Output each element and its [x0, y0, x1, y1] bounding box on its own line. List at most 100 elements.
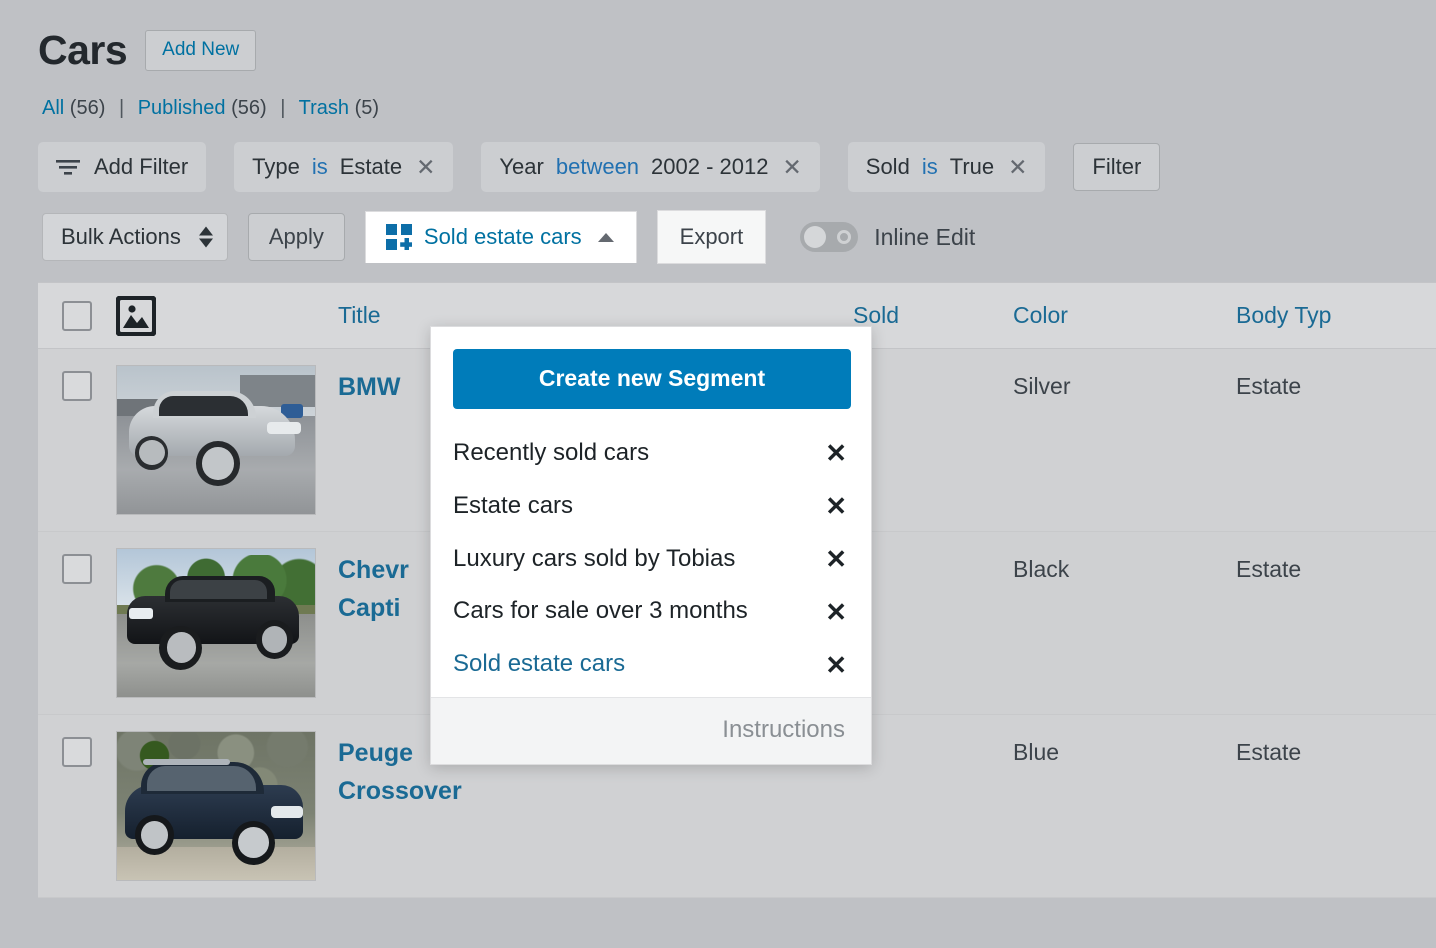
segment-delete-icon[interactable]: ✕ [809, 546, 847, 572]
segment-item-recently-sold-cars[interactable]: Recently sold cars ✕ [431, 427, 871, 480]
row-sold-cell: ✓ [853, 715, 1013, 897]
segment-panel-footer: Instructions [431, 696, 871, 764]
car-thumbnail-blue-peugeot[interactable] [116, 731, 316, 881]
add-filter-label: Add Filter [94, 154, 189, 179]
segment-delete-icon[interactable]: ✕ [809, 652, 847, 678]
car-title-link[interactable]: BMW [338, 369, 400, 407]
body-type-column-label: Body Typ [1236, 302, 1332, 328]
inline-edit-control: Inline Edit [800, 222, 975, 252]
segment-item-luxury-cars-sold-by-tobias[interactable]: Luxury cars sold by Tobias ✕ [431, 533, 871, 586]
row-select-cell [38, 715, 116, 897]
image-column-header [116, 295, 338, 336]
sold-column-header[interactable]: Sold [853, 302, 1013, 329]
toggle-knob [804, 226, 827, 248]
actions-bar: Bulk Actions Apply Sold estate cars Expo… [0, 192, 1436, 264]
segment-item-label: Estate cars [453, 491, 574, 519]
image-icon [116, 295, 156, 336]
view-link-all[interactable]: All [42, 97, 64, 119]
row-select-cell [38, 349, 116, 531]
add-filter-button[interactable]: Add Filter [38, 142, 207, 192]
view-link-published[interactable]: Published [138, 97, 226, 119]
car-title-link-line2[interactable]: Crossover [338, 773, 462, 811]
segment-delete-icon[interactable]: ✕ [809, 440, 847, 466]
segment-dropdown-panel: Create new Segment Recently sold cars ✕ … [430, 326, 872, 765]
title-column-label: Title [338, 302, 381, 328]
view-link-trash[interactable]: Trash [299, 97, 349, 119]
sold-column-label: Sold [853, 302, 900, 328]
row-body-type-cell: Estate [1236, 739, 1302, 765]
filter-chip-operator: is [311, 154, 328, 179]
page-title: Cars [38, 27, 128, 73]
car-thumbnail-silver-bmw[interactable] [116, 365, 316, 515]
segment-item-estate-cars[interactable]: Estate cars ✕ [431, 480, 871, 533]
filter-bar: Add Filter Type is Estate ✕ Year between… [0, 120, 1436, 192]
chevron-up-icon [597, 232, 614, 242]
bulk-actions-label: Bulk Actions [61, 224, 181, 249]
segment-item-cars-for-sale-over-3-months[interactable]: Cars for sale over 3 months ✕ [431, 585, 871, 638]
filter-chip-type[interactable]: Type is Estate ✕ [234, 142, 454, 192]
row-color-cell: Black [1013, 556, 1070, 582]
row-color-cell: Blue [1013, 739, 1060, 765]
row-body-type-cell: Estate [1236, 373, 1302, 399]
segment-item-sold-estate-cars[interactable]: Sold estate cars ✕ [431, 638, 871, 691]
filter-chip-value: True [949, 154, 995, 179]
export-button[interactable]: Export [656, 210, 767, 264]
bulk-actions-select[interactable]: Bulk Actions [42, 213, 228, 261]
instructions-link[interactable]: Instructions [722, 716, 845, 743]
toggle-off-dot-icon [837, 230, 852, 244]
filter-chip-remove-icon[interactable]: ✕ [416, 155, 435, 179]
view-separator: | [280, 97, 286, 119]
segment-grid-plus-icon [385, 224, 412, 250]
color-column-header[interactable]: Color [1013, 302, 1236, 329]
filter-button[interactable]: Filter [1073, 143, 1161, 191]
segment-dropdown-toggle[interactable]: Sold estate cars [364, 211, 637, 263]
filter-chip-field: Year [499, 154, 544, 179]
row-checkbox[interactable] [62, 371, 92, 401]
page-header: Cars Add New [0, 0, 1436, 71]
updown-arrows-icon [198, 226, 213, 248]
segment-list: Recently sold cars ✕ Estate cars ✕ Luxur… [431, 419, 871, 697]
color-column-label: Color [1013, 302, 1068, 328]
row-sold-cell: ✓ [853, 532, 1013, 714]
filter-chip-remove-icon[interactable]: ✕ [1008, 155, 1027, 179]
apply-button[interactable]: Apply [247, 213, 345, 261]
segment-delete-icon[interactable]: ✕ [809, 493, 847, 519]
inline-edit-label: Inline Edit [874, 223, 976, 250]
filter-chip-operator: is [921, 154, 938, 179]
view-separator: | [118, 97, 125, 119]
filter-chip-field: Type [252, 154, 300, 179]
segment-delete-icon[interactable]: ✕ [809, 599, 847, 625]
row-select-cell [38, 532, 116, 714]
segment-item-label: Recently sold cars [453, 439, 650, 466]
row-thumbnail-cell [116, 532, 338, 714]
row-checkbox[interactable] [62, 737, 92, 767]
filter-chip-remove-icon[interactable]: ✕ [782, 155, 801, 179]
create-new-segment-button[interactable]: Create new Segment [453, 349, 851, 409]
filter-chip-sold[interactable]: Sold is True ✕ [847, 142, 1046, 192]
view-count-all: (56) [69, 97, 106, 119]
car-thumbnail-black-captiva[interactable] [116, 548, 316, 698]
filter-icon [56, 160, 80, 175]
filter-chip-value: 2002 - 2012 [651, 154, 769, 179]
segment-item-label: Sold estate cars [453, 650, 626, 678]
add-new-button[interactable]: Add New [145, 30, 257, 71]
row-sold-cell: ✓ [853, 349, 1013, 531]
inline-edit-toggle[interactable] [800, 222, 859, 252]
body-type-column-header[interactable]: Body Typ [1236, 302, 1436, 329]
row-thumbnail-cell [116, 715, 338, 897]
row-checkbox[interactable] [62, 554, 92, 584]
title-column-header[interactable]: Title [338, 302, 853, 329]
select-all-cell [38, 300, 116, 331]
filter-chip-year[interactable]: Year between 2002 - 2012 ✕ [481, 142, 820, 192]
filter-chip-operator: between [555, 154, 640, 179]
view-count-trash: (5) [354, 97, 380, 119]
segment-item-label: Luxury cars sold by Tobias [453, 544, 736, 572]
segment-item-label: Cars for sale over 3 months [453, 597, 748, 625]
car-title-link[interactable]: Chevr [338, 552, 409, 590]
view-count-published: (56) [231, 97, 267, 119]
select-all-checkbox[interactable] [62, 300, 92, 331]
view-links: All (56) | Published (56) | Trash (5) [0, 71, 1436, 120]
row-thumbnail-cell [116, 349, 338, 531]
car-title-link-line2[interactable]: Capti [338, 590, 401, 628]
car-title-link[interactable]: Peuge [338, 735, 413, 773]
